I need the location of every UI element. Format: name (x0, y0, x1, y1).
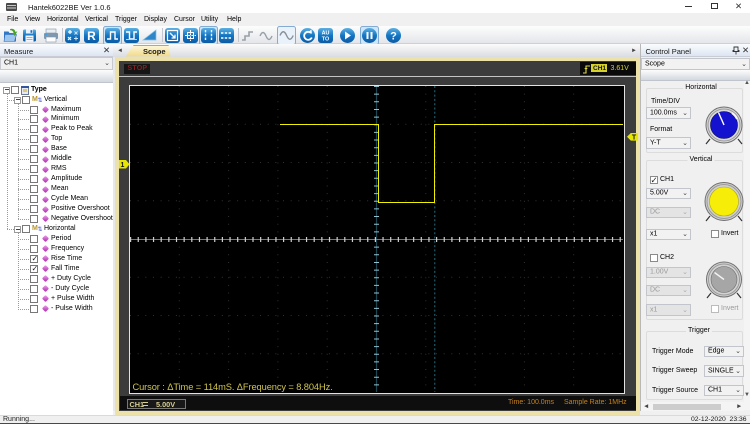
svg-text:?: ? (390, 31, 397, 43)
svg-text:1: 1 (120, 162, 124, 169)
svg-text:T: T (631, 134, 636, 141)
svg-text:TO: TO (322, 37, 329, 43)
svg-text:R: R (87, 29, 96, 43)
